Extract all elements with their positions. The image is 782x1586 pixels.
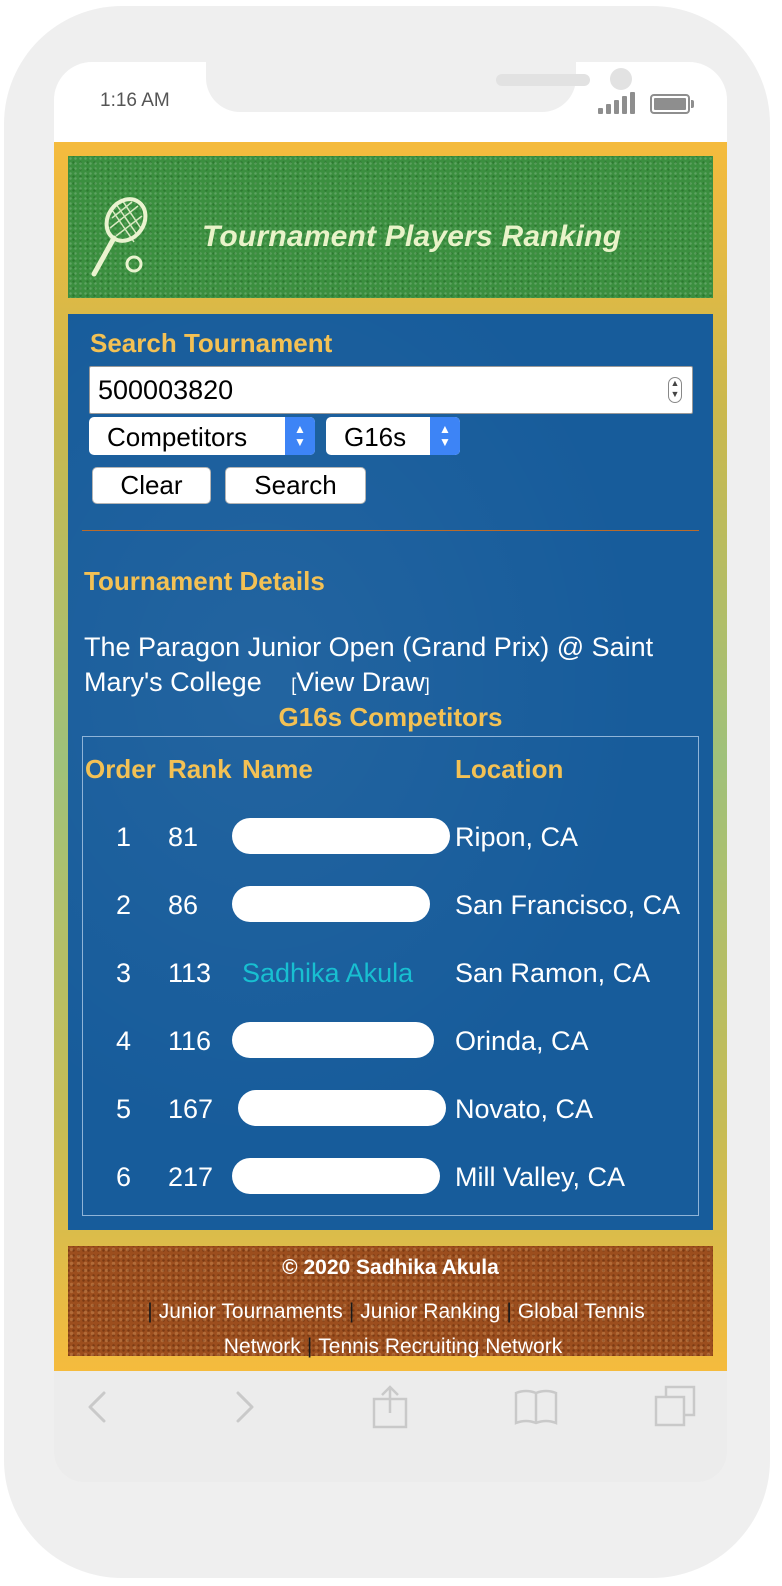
bookmarks-icon[interactable]	[514, 1385, 558, 1429]
header-name: Name	[242, 754, 313, 784]
tournament-name: The Paragon Junior Open (Grand Prix) @ S…	[84, 630, 704, 703]
tournament-id-input[interactable]: 500003820 ▲ ▼	[89, 366, 693, 414]
order-cell: 4	[116, 1026, 132, 1056]
table-row: 3 113 Sadhika Akula San Ramon, CA	[68, 958, 713, 998]
location-cell: Mill Valley, CA	[455, 1162, 626, 1192]
table-row: 2 86 San Francisco, CA	[68, 886, 713, 930]
number-stepper-icon[interactable]: ▲ ▼	[668, 377, 682, 403]
rank-cell: 116	[168, 1026, 212, 1056]
view-draw-link[interactable]: View Draw	[296, 667, 425, 697]
view-draw-link-wrapper: [View Draw]	[291, 667, 430, 697]
page: Tournament Players Ranking Search Tourna…	[54, 142, 727, 1371]
header-order: Order	[85, 754, 156, 784]
table-row: 6 217 Mill Valley, CA	[68, 1158, 713, 1202]
location-cell: Novato, CA	[455, 1094, 594, 1124]
tabs-icon[interactable]	[652, 1385, 696, 1429]
location-cell: Orinda, CA	[455, 1026, 589, 1056]
redacted-name	[232, 1158, 440, 1194]
battery-icon	[650, 94, 694, 114]
table-row: 1 81 Ripon, CA	[68, 818, 713, 862]
link-separator: |	[348, 1300, 355, 1323]
location-cell: San Francisco, CA	[455, 890, 681, 920]
tournament-details-label: Tournament Details	[84, 566, 325, 596]
link-separator: |	[306, 1335, 313, 1358]
phone-frame: 1:16 AM Tournament Players Ranking Searc…	[4, 6, 770, 1578]
chevron-up-down-icon: ▲ ▼	[430, 417, 460, 455]
type-select-value: Competitors	[107, 422, 248, 452]
back-icon[interactable]	[76, 1385, 120, 1429]
camera	[610, 68, 632, 90]
footer-links: | Junior Tournaments | Junior Ranking | Globa…	[108, 1294, 678, 1364]
link-separator: |	[147, 1300, 153, 1323]
footer: © 2020 Sadhika Akula | Junior Tournaments…	[68, 1246, 713, 1358]
link-separator: |	[506, 1300, 512, 1323]
order-cell: 2	[116, 890, 132, 920]
redacted-name	[238, 1090, 446, 1126]
footer-link-junior-ranking[interactable]: Junior Ranking	[360, 1300, 500, 1323]
redacted-name	[232, 818, 450, 854]
table-row: 4 116 Orinda, CA	[68, 1022, 713, 1066]
status-time: 1:16 AM	[100, 90, 170, 111]
speaker	[496, 74, 590, 86]
header-location: Location	[455, 754, 564, 784]
chevron-up-down-icon: ▲ ▼	[285, 417, 315, 455]
header-rank: Rank	[168, 754, 232, 784]
division-select-value: G16s	[344, 422, 407, 452]
search-button[interactable]: Search	[225, 467, 366, 504]
type-select[interactable]: Competitors ▲ ▼	[89, 417, 315, 455]
division-select[interactable]: G16s ▲ ▼	[326, 417, 460, 455]
share-icon[interactable]	[368, 1385, 412, 1429]
rank-cell: 113	[168, 958, 212, 988]
copyright: © 2020 Sadhika Akula	[282, 1256, 499, 1279]
clear-button[interactable]: Clear	[92, 467, 211, 504]
redacted-name	[232, 1022, 434, 1058]
rank-cell: 81	[168, 822, 199, 852]
footer-link-tennis-recruiting-network[interactable]: Tennis Recruiting Network	[318, 1335, 562, 1358]
notch	[206, 62, 632, 112]
footer-link-junior-tournaments[interactable]: Junior Tournaments	[159, 1300, 343, 1323]
redacted-name	[232, 886, 430, 922]
bracket-close: ]	[424, 675, 430, 695]
order-cell: 6	[116, 1162, 132, 1192]
tournament-id-value: 500003820	[98, 375, 234, 405]
screen: 1:16 AM Tournament Players Ranking Searc…	[54, 62, 727, 1482]
rank-cell: 167	[168, 1094, 214, 1124]
location-cell: San Ramon, CA	[455, 958, 651, 988]
status-bar: 1:16 AM	[54, 62, 727, 142]
rank-cell: 86	[168, 890, 199, 920]
divider	[82, 530, 699, 531]
main-panel: Search Tournament 500003820 ▲ ▼ Competito…	[68, 314, 713, 1230]
location-cell: Ripon, CA	[455, 822, 579, 852]
forward-icon[interactable]	[222, 1385, 266, 1429]
order-cell: 3	[116, 958, 132, 988]
search-tournament-label: Search Tournament	[90, 328, 333, 358]
table-row: 5 167 Novato, CA	[68, 1090, 713, 1134]
page-title: Tournament Players Ranking	[202, 220, 622, 253]
rank-cell: 217	[168, 1162, 214, 1192]
order-cell: 5	[116, 1094, 132, 1124]
signal-icon	[598, 90, 635, 114]
competitors-title: G16s Competitors	[278, 702, 503, 732]
tennis-racket-icon	[91, 197, 148, 277]
header-banner: Tournament Players Ranking	[68, 156, 713, 298]
order-cell: 1	[116, 822, 132, 852]
player-name-link[interactable]: Sadhika Akula	[242, 958, 413, 989]
browser-toolbar	[54, 1371, 727, 1482]
